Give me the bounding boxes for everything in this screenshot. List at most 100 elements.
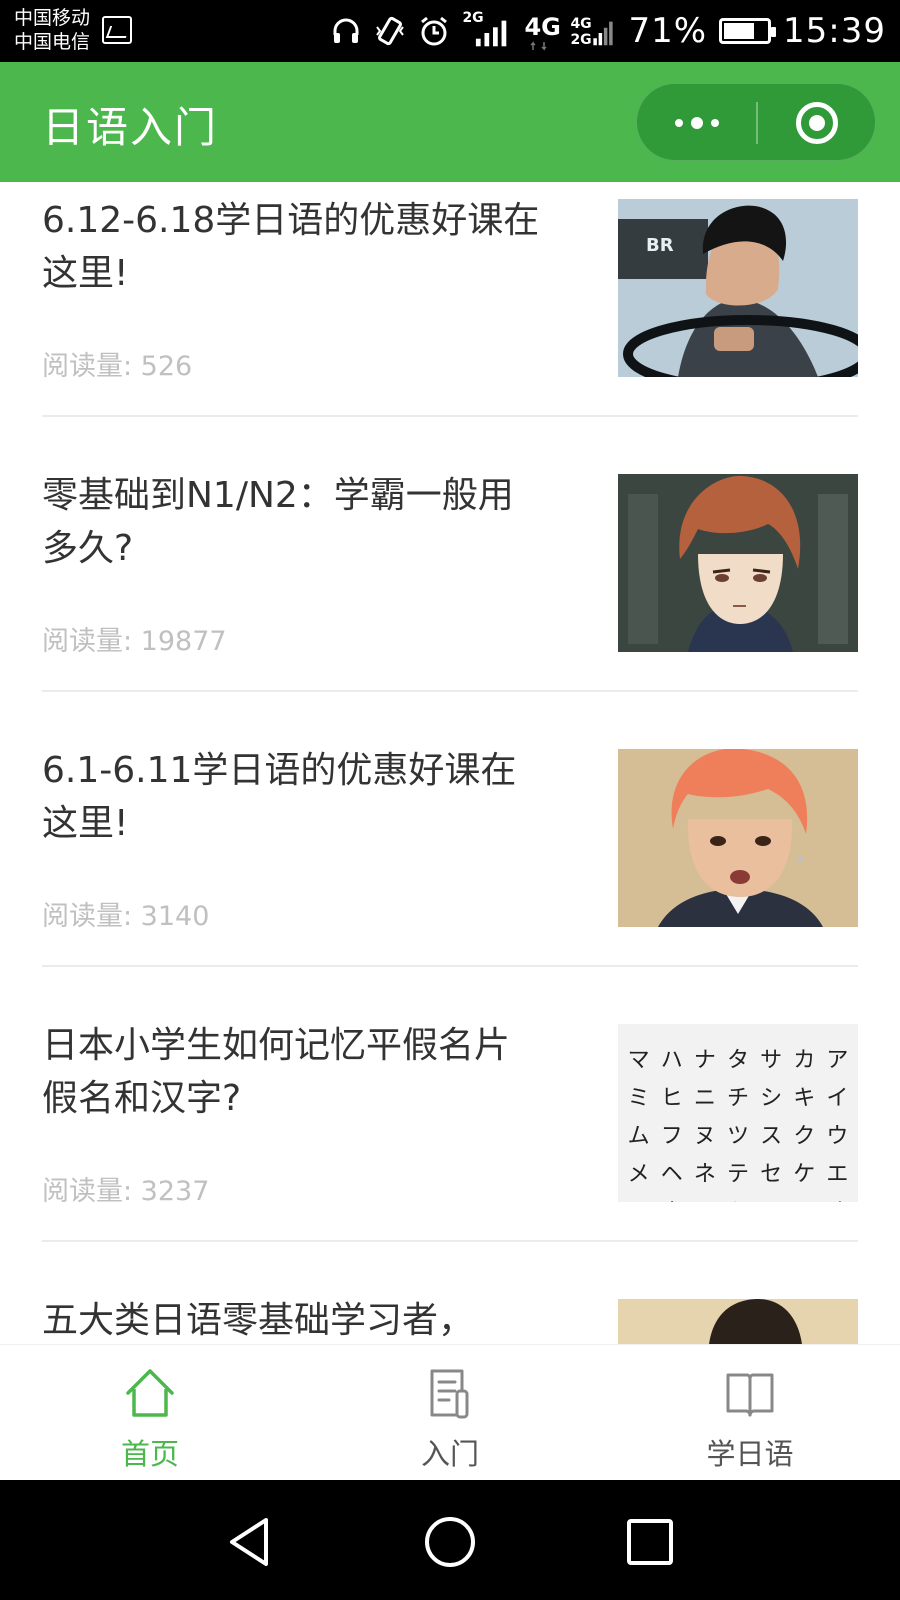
more-button[interactable] bbox=[637, 84, 757, 162]
back-triangle-icon[interactable] bbox=[222, 1514, 278, 1570]
signal-bars-icon bbox=[476, 20, 507, 47]
list-divider bbox=[42, 965, 858, 967]
tab-learn-japanese[interactable]: 学日语 bbox=[600, 1345, 900, 1481]
photo-man-orange-hair bbox=[618, 749, 858, 927]
katakana-char: ノ bbox=[688, 1194, 721, 1202]
document-icon bbox=[430, 1369, 469, 1419]
article-thumbnail bbox=[618, 749, 858, 927]
list-divider bbox=[42, 415, 858, 417]
carrier-2: 中国电信 bbox=[14, 31, 91, 53]
close-button[interactable] bbox=[757, 84, 877, 162]
katakana-char: マ bbox=[627, 1048, 650, 1073]
katakana-chart: マハナタサカアミヒニチシキイムフヌツスクウメヘネテセケエモホノトソコオ bbox=[622, 1042, 854, 1202]
katakana-char: ケ bbox=[793, 1162, 816, 1187]
list-item[interactable]: 日本小学生如何记忆平假名片假名和汉字? 阅读量: 3237 マハナタサカアミヒニ… bbox=[42, 1007, 858, 1282]
katakana-char: メ bbox=[627, 1162, 650, 1187]
katakana-char: ネ bbox=[693, 1162, 716, 1187]
katakana-char: ミ bbox=[627, 1086, 650, 1111]
tab-home[interactable]: 首页 bbox=[0, 1345, 300, 1481]
tab-label: 首页 bbox=[120, 1437, 179, 1471]
article-title: 6.12-6.18学日语的优惠好课在这里! bbox=[42, 200, 540, 294]
tab-label: 学日语 bbox=[706, 1437, 794, 1471]
home-circle-icon[interactable] bbox=[422, 1514, 478, 1570]
katakana-char: ム bbox=[627, 1124, 650, 1149]
katakana-char: タ bbox=[726, 1048, 749, 1073]
katakana-char: オ bbox=[821, 1194, 854, 1202]
list-item[interactable]: 五大类日语零基础学习者， bbox=[42, 1282, 858, 1344]
katakana-char: ト bbox=[721, 1194, 754, 1202]
katakana-char: サ bbox=[760, 1048, 783, 1073]
katakana-char: テ bbox=[726, 1162, 749, 1187]
katakana-char: ソ bbox=[755, 1194, 788, 1202]
katakana-char: ヘ bbox=[660, 1162, 683, 1187]
target-circle-icon bbox=[796, 102, 838, 144]
katakana-char: ヒ bbox=[660, 1086, 683, 1111]
vibrate-icon bbox=[376, 16, 405, 46]
katakana-char: カ bbox=[793, 1048, 816, 1073]
katakana-char: ス bbox=[760, 1124, 783, 1149]
svg-text:BR: BR bbox=[646, 235, 674, 256]
battery-percent: 71% bbox=[628, 11, 708, 51]
katakana-char: ヌ bbox=[693, 1124, 716, 1149]
read-count: 阅读量: 19877 bbox=[42, 626, 227, 657]
recents-square-icon[interactable] bbox=[622, 1514, 678, 1570]
more-dots-icon bbox=[675, 119, 683, 127]
page-title: 日语入门 bbox=[42, 103, 219, 152]
clock: 15:39 bbox=[783, 11, 886, 51]
list-divider bbox=[42, 690, 858, 692]
more-dots-icon-center bbox=[691, 117, 703, 129]
katakana-char: コ bbox=[788, 1194, 821, 1202]
katakana-char: ウ bbox=[826, 1124, 849, 1149]
photo-man-driving: BR bbox=[618, 199, 858, 377]
system-nav-bar bbox=[0, 1480, 900, 1600]
katakana-char: ニ bbox=[693, 1086, 716, 1111]
battery-icon bbox=[719, 18, 777, 44]
data-arrows-icon bbox=[530, 41, 547, 51]
katakana-char: セ bbox=[760, 1162, 783, 1187]
katakana-char: ホ bbox=[655, 1194, 688, 1202]
app-header: 日语入门 bbox=[0, 62, 900, 182]
signal-4g: 4G bbox=[524, 11, 561, 51]
tab-label: 入门 bbox=[420, 1437, 479, 1471]
read-count: 阅读量: 526 bbox=[42, 351, 193, 382]
list-item[interactable]: 6.1-6.11学日语的优惠好课在这里! 阅读量: 3140 bbox=[42, 732, 858, 1007]
katakana-char: ツ bbox=[726, 1124, 749, 1149]
article-thumbnail: マハナタサカアミヒニチシキイムフヌツスクウメヘネテセケエモホノトソコオ bbox=[618, 1024, 858, 1202]
network-4g-label: 4G bbox=[524, 13, 561, 41]
katakana-char: シ bbox=[760, 1086, 783, 1111]
article-title: 五大类日语零基础学习者， bbox=[42, 1300, 475, 1341]
katakana-char: ナ bbox=[693, 1048, 716, 1073]
katakana-char: イ bbox=[826, 1086, 849, 1111]
katakana-char: キ bbox=[793, 1086, 816, 1111]
article-list[interactable]: 6.12-6.18学日语的优惠好课在这里! 阅读量: 526 BR 零基础到N1… bbox=[0, 182, 900, 1344]
home-icon bbox=[126, 1369, 174, 1417]
status-icons: 2G 4G 4G 2G 71% 15:39 bbox=[330, 0, 886, 62]
carrier-1: 中国移动 bbox=[14, 7, 91, 29]
gallery-notification-icon bbox=[102, 16, 132, 44]
signal-2g: 2G bbox=[462, 11, 512, 51]
article-title: 6.1-6.11学日语的优惠好课在这里! bbox=[42, 750, 517, 844]
signal-bars-dim-icon bbox=[593, 21, 614, 46]
tab-intro[interactable]: 入门 bbox=[300, 1345, 600, 1481]
status-bar: 中国移动 中国电信 2G 4G 4G 2G 71% 15:39 bbox=[0, 0, 900, 62]
network-4g2g-top: 4G bbox=[570, 16, 592, 32]
katakana-char: フ bbox=[660, 1124, 683, 1149]
katakana-char: エ bbox=[826, 1162, 849, 1187]
carrier-info: 中国移动 中国电信 bbox=[14, 6, 90, 54]
alarm-icon bbox=[421, 16, 448, 46]
katakana-char: ア bbox=[826, 1048, 849, 1073]
miniprogram-capsule bbox=[636, 83, 876, 161]
katakana-char: ハ bbox=[660, 1048, 683, 1073]
headphones-icon bbox=[333, 18, 359, 43]
list-item[interactable]: 6.12-6.18学日语的优惠好课在这里! 阅读量: 526 BR bbox=[42, 182, 858, 457]
list-divider bbox=[42, 1240, 858, 1242]
network-4g2g-bottom: 2G bbox=[570, 32, 592, 48]
katakana-char: モ bbox=[622, 1194, 655, 1202]
read-count: 阅读量: 3237 bbox=[42, 1176, 210, 1207]
katakana-char: チ bbox=[726, 1086, 749, 1111]
article-title: 日本小学生如何记忆平假名片假名和汉字? bbox=[42, 1025, 511, 1119]
article-title: 零基础到N1/N2：学霸一般用多久? bbox=[42, 475, 514, 569]
list-item[interactable]: 零基础到N1/N2：学霸一般用多久? 阅读量: 19877 bbox=[42, 457, 858, 732]
katakana-char: ク bbox=[793, 1124, 816, 1149]
article-thumbnail bbox=[618, 474, 858, 652]
